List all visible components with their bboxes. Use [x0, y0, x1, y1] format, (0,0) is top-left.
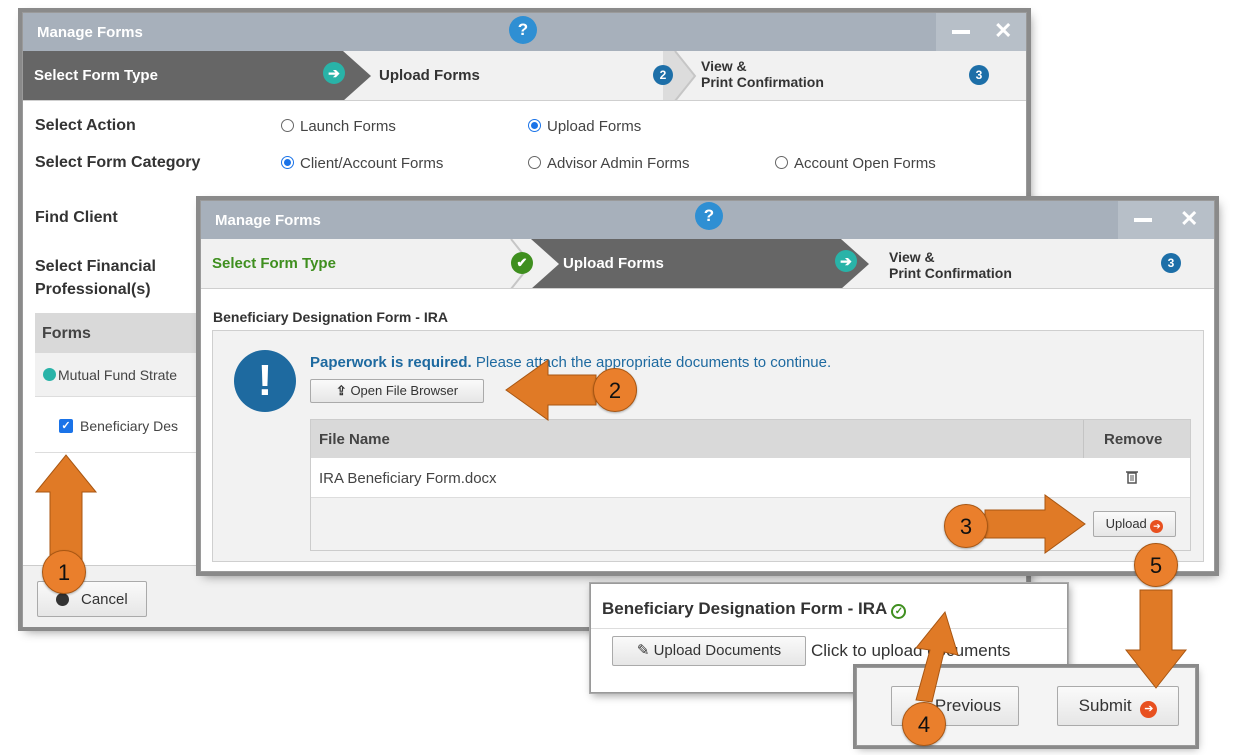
callout-badge-5: 5 [1134, 543, 1178, 587]
upload-button[interactable]: Upload ➔ [1093, 511, 1176, 537]
back-window-controls: ✕ [936, 13, 1026, 51]
radio-advisor-admin-forms[interactable]: Advisor Admin Forms [528, 155, 690, 172]
form-title: Beneficiary Designation Form - IRA [213, 309, 448, 325]
step-number-icon: 2 [653, 65, 673, 85]
back-help-icon[interactable]: ? [509, 16, 537, 44]
front-step-view-print[interactable]: View & Print Confirmation 3 [889, 239, 1199, 288]
step-number-icon: 3 [969, 65, 989, 85]
radio-upload-forms[interactable]: Upload Forms [528, 118, 641, 135]
front-wizard-steps: Select Form Type ✔ Upload Forms ➔ View &… [201, 239, 1214, 289]
front-minimize-icon[interactable] [1134, 218, 1152, 222]
callout-badge-3: 3 [944, 504, 988, 548]
select-category-label: Select Form Category [35, 154, 201, 171]
select-action-label: Select Action [35, 117, 136, 134]
popup-title: Beneficiary Designation Form - IRA ✓ [602, 599, 907, 619]
submit-button[interactable]: Submit ➔ [1057, 686, 1179, 726]
front-help-icon[interactable]: ? [695, 202, 723, 230]
popup-divider [591, 628, 1067, 629]
col-file-name: File Name [319, 431, 390, 448]
radio-icon [775, 156, 788, 169]
radio-account-open-forms[interactable]: Account Open Forms [775, 155, 936, 172]
radio-client-account-forms[interactable]: Client/Account Forms [281, 155, 443, 172]
find-client-label: Find Client [35, 209, 118, 226]
financial-professional-label: Select Financial Professional(s) [35, 258, 156, 298]
radio-selected-icon [281, 156, 294, 169]
back-wizard-steps: Select Form Type ➔ Upload Forms 2 View &… [23, 51, 1026, 101]
table-footer [311, 498, 1190, 550]
front-manage-forms-window: Manage Forms ? ✕ Select Form Type ✔ Uplo… [200, 200, 1215, 572]
collapse-icon [43, 368, 56, 381]
back-close-icon[interactable]: ✕ [994, 18, 1012, 44]
upload-panel: ! Paperwork is required. Please attach t… [212, 330, 1204, 562]
forms-header: Forms [35, 313, 205, 353]
upload-hint: Click to upload documents [811, 641, 1011, 660]
form-checkbox-item[interactable]: ✓ Beneficiary Des [35, 397, 205, 453]
back-step-view-print[interactable]: View & Print Confirmation 3 [701, 51, 1001, 100]
radio-launch-forms[interactable]: Launch Forms [281, 118, 396, 135]
back-window-title: Manage Forms [37, 24, 143, 41]
forms-group-item[interactable]: Mutual Fund Strate [35, 353, 205, 397]
exclamation-icon: ! [234, 350, 296, 412]
front-step-select-form-type[interactable]: Select Form Type ✔ [201, 239, 533, 288]
back-minimize-icon[interactable] [952, 30, 970, 34]
back-step-upload-forms[interactable]: Upload Forms 2 [373, 51, 673, 100]
upload-documents-button[interactable]: ✎ Upload Documents [612, 636, 806, 666]
check-circle-icon: ✔ [511, 252, 533, 274]
callout-badge-4: 4 [902, 702, 946, 746]
paperwork-notice: Paperwork is required. Please attach the… [310, 354, 832, 371]
edit-icon: ✎ [636, 642, 650, 659]
front-step-upload-forms[interactable]: Upload Forms ➔ [561, 239, 857, 288]
open-file-browser-button[interactable]: ⇪ Open File Browser [310, 379, 484, 403]
file-name-cell: IRA Beneficiary Form.docx [319, 470, 497, 487]
file-table-header: File Name Remove [311, 420, 1190, 458]
arrow-circle-right-icon: ➔ [1150, 520, 1164, 533]
callout-badge-2: 2 [593, 368, 637, 412]
col-remove: Remove [1104, 431, 1163, 448]
cancel-icon [56, 593, 69, 606]
check-circle-icon: ✓ [891, 604, 907, 619]
trash-icon[interactable] [1126, 470, 1138, 484]
step-number-icon: 3 [1161, 253, 1181, 273]
back-title-bar: Manage Forms ? ✕ [23, 13, 1026, 51]
upload-icon: ⇪ [335, 383, 347, 398]
arrow-right-icon: ➔ [835, 250, 857, 272]
radio-icon [528, 156, 541, 169]
radio-icon [281, 119, 294, 132]
front-window-title: Manage Forms [215, 212, 321, 229]
checkbox-checked-icon[interactable]: ✓ [59, 419, 73, 433]
table-row: IRA Beneficiary Form.docx [311, 458, 1190, 498]
front-close-icon[interactable]: ✕ [1180, 206, 1198, 232]
back-step-select-form-type[interactable]: Select Form Type ➔ [23, 51, 363, 100]
front-window-controls: ✕ [1118, 201, 1214, 239]
callout-badge-1: 1 [42, 550, 86, 594]
radio-selected-icon [528, 119, 541, 132]
file-table: File Name Remove IRA Beneficiary Form.do… [310, 419, 1191, 551]
arrow-circle-right-icon: ➔ [1140, 701, 1158, 718]
front-title-bar: Manage Forms ? ✕ [201, 201, 1214, 239]
arrow-right-icon: ➔ [323, 62, 345, 84]
